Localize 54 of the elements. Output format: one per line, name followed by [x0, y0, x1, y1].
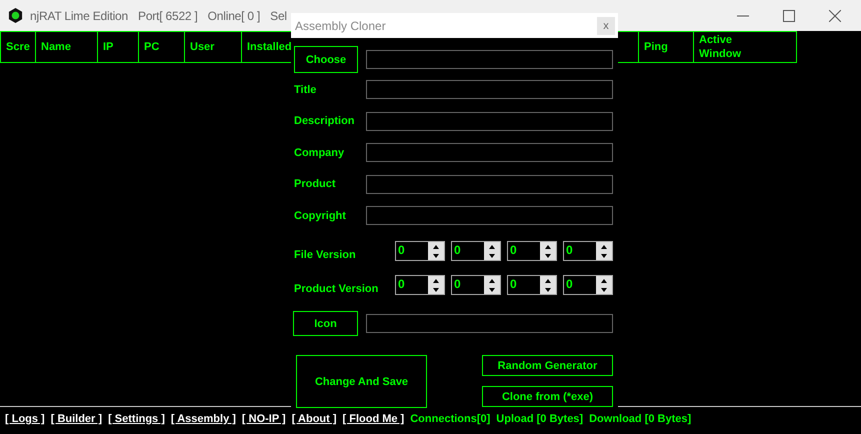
column-header[interactable]: Ping [644, 41, 668, 53]
action-button[interactable]: Random Generator [482, 355, 613, 376]
column-header[interactable]: Active Window [699, 33, 759, 61]
selected-label: Sel [270, 8, 287, 22]
column-header[interactable]: Installed [247, 41, 292, 53]
number-spinner[interactable]: 0 [563, 275, 613, 295]
path-field[interactable] [366, 314, 613, 333]
path-field[interactable] [366, 50, 613, 69]
status-link[interactable]: [ Builder ] [50, 413, 102, 425]
field-label: Product Version [294, 282, 380, 295]
number-spinner[interactable]: 0 [507, 241, 557, 261]
dialog-close-button[interactable]: x [597, 16, 615, 34]
browse-button[interactable]: Icon [293, 311, 358, 336]
field-label: File Version [294, 248, 357, 261]
close-icon[interactable] [829, 10, 841, 22]
field-label: Product [294, 178, 337, 190]
status-text: Upload [0 Bytes] [496, 413, 584, 425]
change-and-save-button[interactable]: Change And Save [296, 355, 427, 408]
field-label: Company [294, 146, 346, 158]
number-spinner[interactable]: 0 [395, 241, 445, 261]
input-field[interactable] [366, 80, 613, 99]
column-header[interactable]: Name [41, 41, 71, 53]
online-label: Online[ 0 ] [208, 8, 260, 22]
number-spinner[interactable]: 0 [563, 241, 613, 261]
action-button[interactable]: Clone from (*exe) [482, 386, 613, 407]
status-link[interactable]: [ Settings ] [108, 413, 165, 425]
column-header[interactable]: IP [103, 41, 114, 53]
dialog-title: Assembly Cloner [295, 18, 386, 32]
status-link[interactable]: [ Logs ] [5, 413, 45, 425]
column-header[interactable]: User [190, 41, 214, 53]
window-title: njRAT Lime Edition [30, 8, 128, 22]
maximize-icon[interactable] [783, 10, 795, 22]
number-spinner[interactable]: 0 [507, 275, 557, 295]
field-label: Description [294, 115, 356, 127]
number-spinner[interactable]: 0 [451, 241, 501, 261]
browse-button[interactable]: Choose [294, 46, 358, 73]
column-header[interactable]: PC [144, 41, 160, 53]
field-label: Title [294, 84, 318, 96]
input-field[interactable] [366, 174, 613, 194]
status-link[interactable]: [ Assembly ] [170, 413, 236, 425]
status-link[interactable]: [ Flood Me ] [342, 413, 404, 425]
number-spinner[interactable]: 0 [395, 275, 445, 295]
field-label: Copyright [294, 210, 347, 222]
status-text: Download [0 Bytes] [589, 413, 692, 425]
app-logo-icon [8, 8, 23, 23]
port-label: Port[ 6522 ] [138, 8, 198, 22]
status-link[interactable]: [ About ] [292, 413, 337, 425]
input-field[interactable] [366, 143, 613, 162]
status-text: Connections[0] [410, 413, 490, 425]
status-link[interactable]: [ NO-IP ] [242, 413, 286, 425]
input-field[interactable] [366, 112, 613, 130]
number-spinner[interactable]: 0 [451, 275, 501, 295]
input-field[interactable] [366, 206, 613, 225]
column-header[interactable]: Scre [6, 41, 30, 53]
